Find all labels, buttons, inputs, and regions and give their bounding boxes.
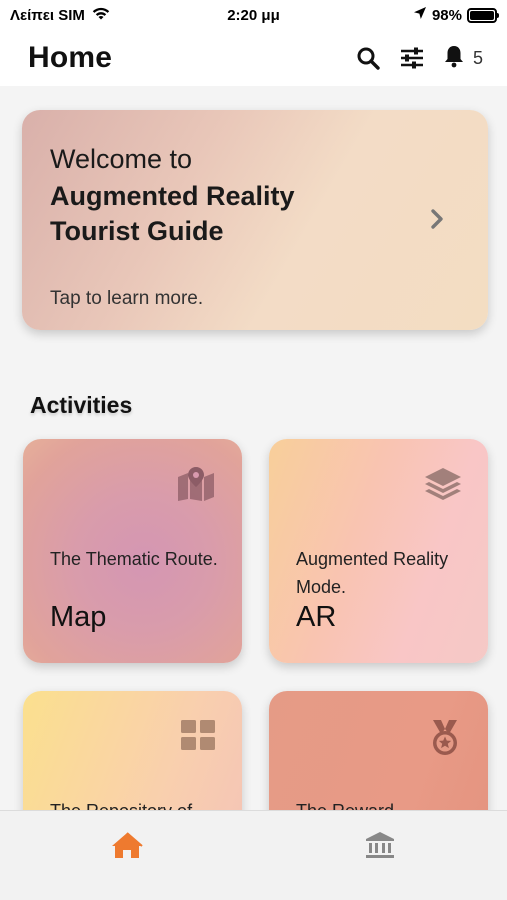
status-right: 98% xyxy=(413,6,499,24)
tile-map-subtitle: The Thematic Route. xyxy=(50,549,218,569)
welcome-line1: Welcome to xyxy=(50,144,193,174)
tile-ar-name: AR xyxy=(296,601,337,633)
tab-bar xyxy=(0,810,507,900)
tab-home[interactable] xyxy=(0,811,254,900)
welcome-line2: Augmented Reality xyxy=(50,181,295,211)
status-left: Λείπει SIM xyxy=(10,6,111,25)
welcome-line3: Tourist Guide xyxy=(50,216,224,246)
notification-count: 5 xyxy=(472,47,483,68)
status-bar: Λείπει SIM 2:20 μμ 98% xyxy=(0,0,507,30)
layers-icon xyxy=(424,467,462,506)
wifi-icon xyxy=(91,6,111,25)
grid-icon xyxy=(180,719,216,756)
museum-icon[interactable] xyxy=(365,831,395,900)
tab-museum[interactable] xyxy=(254,811,507,900)
tile-reward[interactable]: The Reward xyxy=(269,691,488,810)
tile-ar[interactable]: Augmented Reality Mode. AR xyxy=(269,439,488,663)
medal-icon xyxy=(428,719,462,762)
battery-icon xyxy=(467,7,499,23)
app-header: Home 5 xyxy=(0,30,507,86)
battery-fill xyxy=(470,10,494,20)
location-arrow-icon xyxy=(413,6,427,24)
search-icon[interactable] xyxy=(355,45,381,71)
tile-repository-subtitle: The Repository of xyxy=(50,797,220,810)
home-icon[interactable] xyxy=(111,831,143,900)
tile-ar-subtitle: Augmented Reality Mode. xyxy=(296,549,449,597)
welcome-tap-hint: Tap to learn more. xyxy=(50,288,204,309)
tile-repository[interactable]: The Repository of xyxy=(23,691,242,810)
page-title: Home xyxy=(28,41,113,74)
carrier-label: Λείπει SIM xyxy=(10,6,85,24)
map-pin-icon xyxy=(176,467,216,506)
tile-map-name: Map xyxy=(50,601,107,633)
tile-reward-subtitle: The Reward xyxy=(296,797,466,810)
tile-map[interactable]: The Thematic Route. Map xyxy=(23,439,242,663)
activities-heading: Activities xyxy=(30,392,133,418)
bell-icon[interactable] xyxy=(443,44,465,73)
chevron-right-icon xyxy=(430,208,444,235)
filter-sliders-icon[interactable] xyxy=(399,45,425,71)
welcome-card[interactable]: Welcome to Augmented Reality Tourist Gui… xyxy=(22,110,488,330)
battery-percent: 98% xyxy=(431,6,462,24)
header-actions: 5 xyxy=(355,44,483,73)
main-content[interactable]: Welcome to Augmented Reality Tourist Gui… xyxy=(0,86,507,810)
notifications[interactable]: 5 xyxy=(443,44,483,73)
